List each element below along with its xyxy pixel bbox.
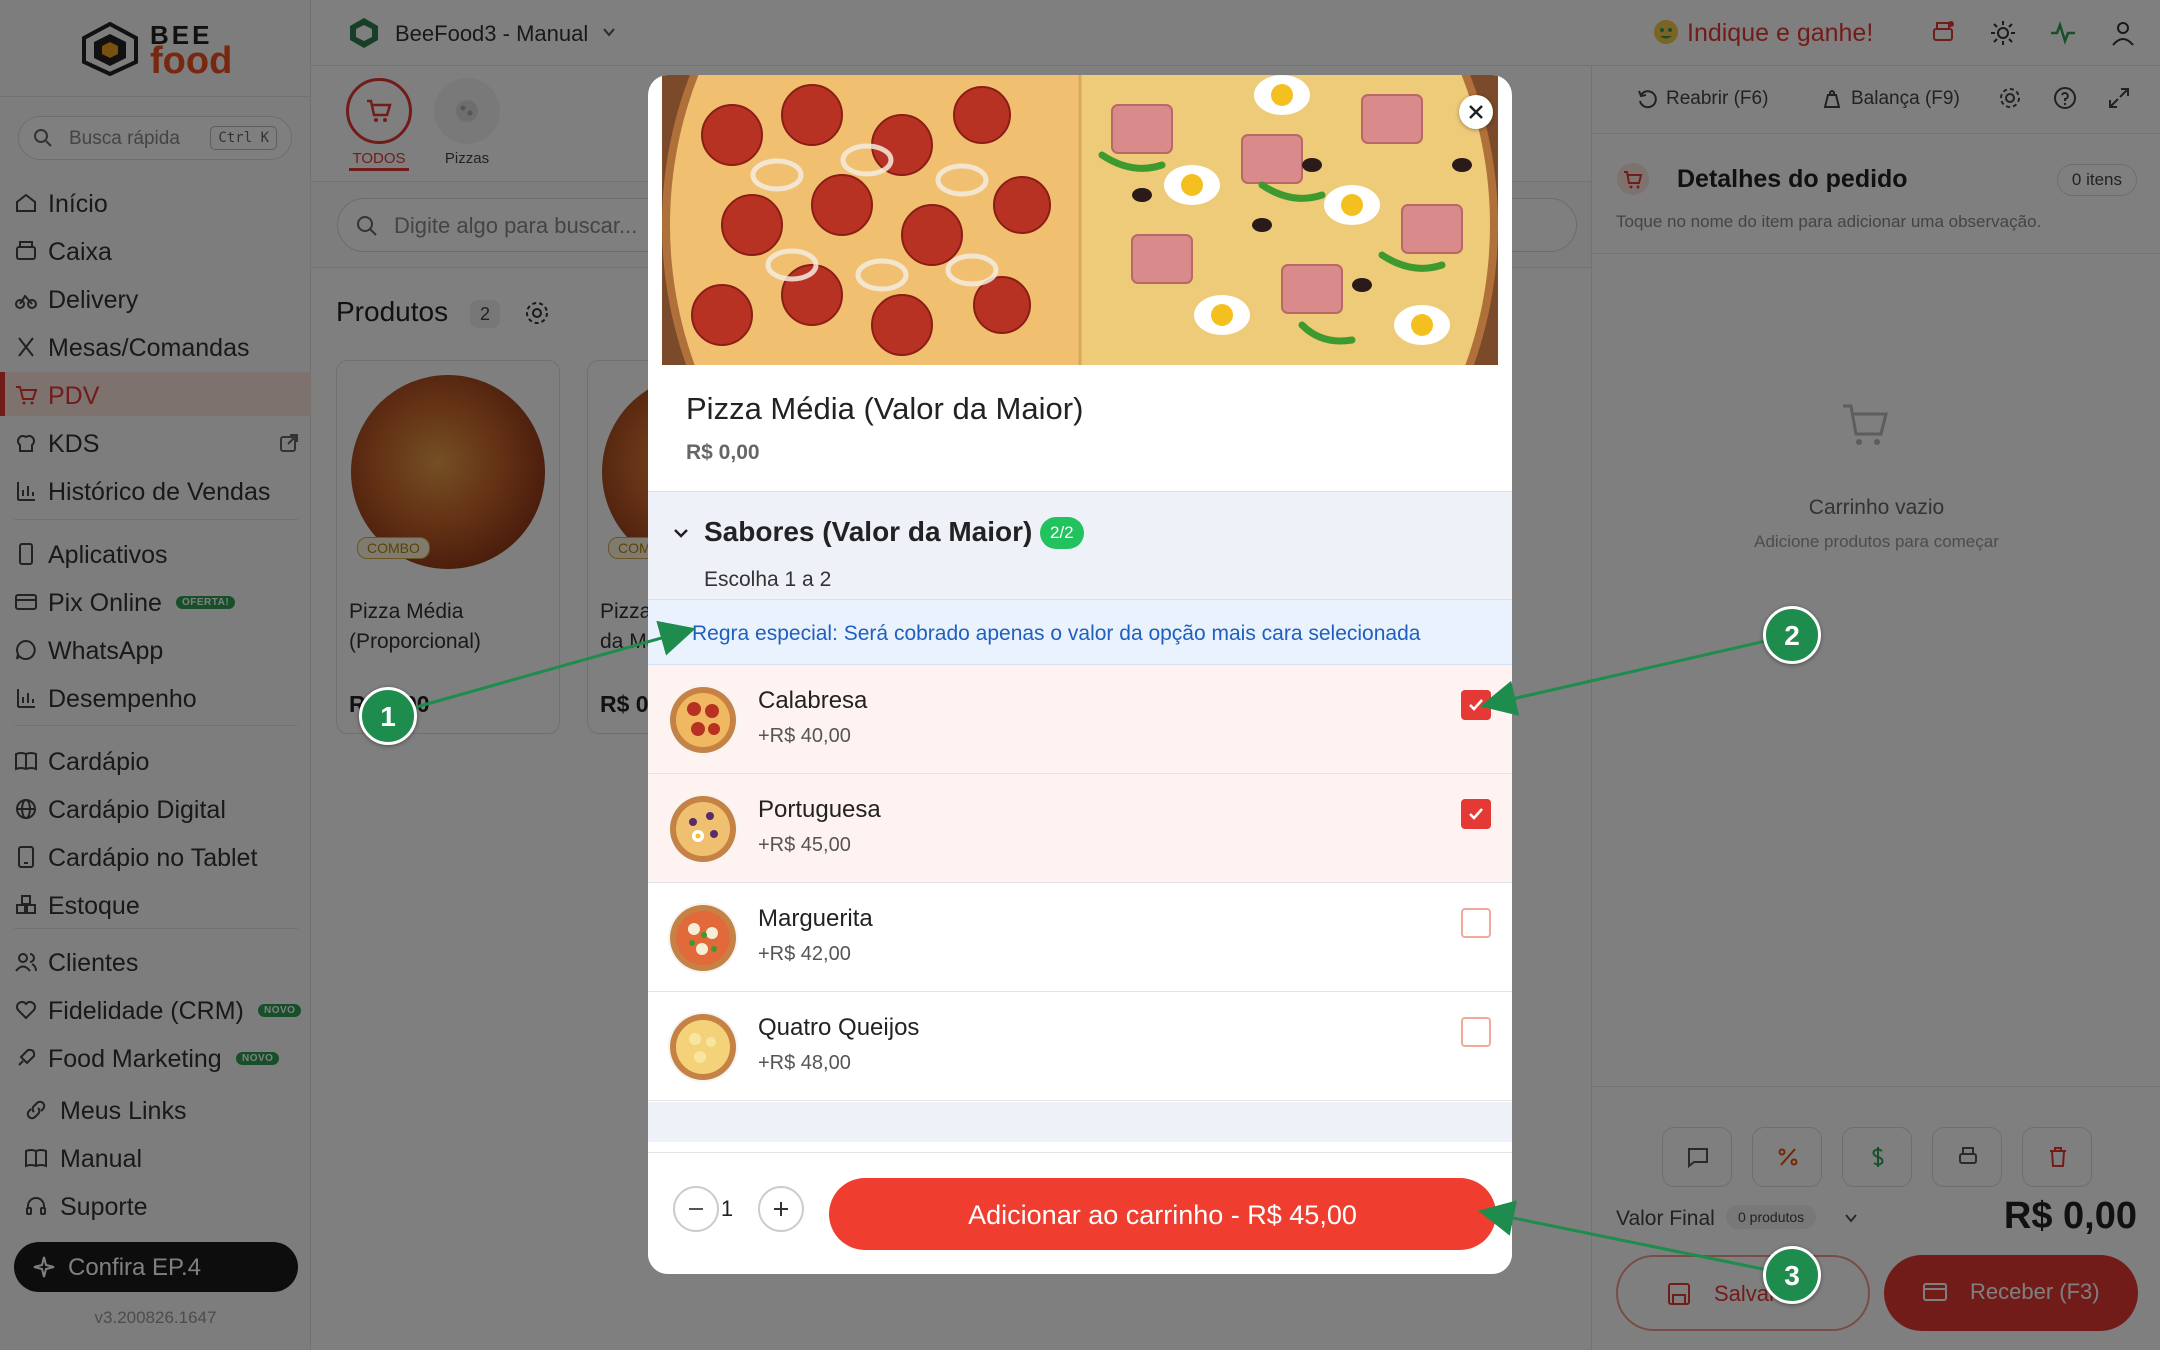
chevron-down-icon[interactable] bbox=[670, 522, 692, 544]
info-dot-icon bbox=[668, 627, 680, 639]
option-name: Quatro Queijos bbox=[758, 1014, 920, 1041]
annotation-callout-3: 3 bbox=[1763, 1246, 1821, 1304]
annotation-callout-2: 2 bbox=[1763, 606, 1821, 664]
annotation-number: 2 bbox=[1784, 620, 1800, 651]
option-checkbox[interactable] bbox=[1461, 799, 1491, 829]
option-price: +R$ 45,00 bbox=[758, 834, 851, 856]
option-calabresa[interactable]: Calabresa +R$ 40,00 bbox=[648, 665, 1512, 774]
check-icon bbox=[1469, 808, 1483, 820]
option-checkbox[interactable] bbox=[1461, 908, 1491, 938]
option-group-title: Sabores (Valor da Maior) bbox=[704, 516, 1033, 547]
close-icon bbox=[1469, 105, 1483, 119]
minus-icon bbox=[689, 1208, 703, 1210]
modal-footer: 1 Adicionar ao carrinho - R$ 45,00 bbox=[648, 1152, 1512, 1274]
annotation-number: 3 bbox=[1784, 1260, 1800, 1291]
annotation-number: 1 bbox=[380, 701, 396, 732]
close-modal-button[interactable] bbox=[1459, 95, 1493, 129]
pizza-thumbnail bbox=[668, 794, 738, 864]
annotation-callout-1: 1 bbox=[359, 687, 417, 745]
increase-quantity-button[interactable] bbox=[758, 1186, 804, 1232]
modal-product-title: Pizza Média (Valor da Maior) bbox=[686, 391, 1084, 426]
option-portuguesa[interactable]: Portuguesa +R$ 45,00 bbox=[648, 774, 1512, 883]
option-name: Marguerita bbox=[758, 905, 873, 932]
option-price: +R$ 42,00 bbox=[758, 943, 851, 965]
plus-icon bbox=[774, 1202, 788, 1216]
pizza-thumbnail bbox=[668, 1012, 738, 1082]
modal-product-price: R$ 0,00 bbox=[686, 441, 760, 464]
special-rule-banner: Regra especial: Será cobrado apenas o va… bbox=[648, 599, 1512, 665]
pizza-hero-image bbox=[662, 75, 1498, 365]
option-checkbox[interactable] bbox=[1461, 690, 1491, 720]
option-price: +R$ 48,00 bbox=[758, 1052, 851, 1074]
option-group-subtitle: Escolha 1 a 2 bbox=[704, 568, 832, 591]
option-quatro-queijos[interactable]: Quatro Queijos +R$ 48,00 bbox=[648, 992, 1512, 1101]
pizza-thumbnail bbox=[668, 903, 738, 973]
check-icon bbox=[1469, 699, 1483, 711]
section-spacer bbox=[648, 1102, 1512, 1142]
special-rule-text: Regra especial: Será cobrado apenas o va… bbox=[692, 622, 1421, 645]
option-checkbox[interactable] bbox=[1461, 1017, 1491, 1047]
quantity-value: 1 bbox=[720, 1196, 734, 1221]
option-price: +R$ 40,00 bbox=[758, 725, 851, 747]
pizza-thumbnail bbox=[668, 685, 738, 755]
option-name: Portuguesa bbox=[758, 796, 881, 823]
add-to-cart-label: Adicionar ao carrinho - R$ 45,00 bbox=[968, 1200, 1357, 1230]
product-modal: Pizza Média (Valor da Maior) R$ 0,00 Sab… bbox=[648, 75, 1512, 1274]
option-name: Calabresa bbox=[758, 687, 868, 714]
add-to-cart-button[interactable]: Adicionar ao carrinho - R$ 45,00 bbox=[829, 1178, 1496, 1250]
option-marguerita[interactable]: Marguerita +R$ 42,00 bbox=[648, 883, 1512, 992]
selection-count-badge: 2/2 bbox=[1040, 517, 1084, 549]
